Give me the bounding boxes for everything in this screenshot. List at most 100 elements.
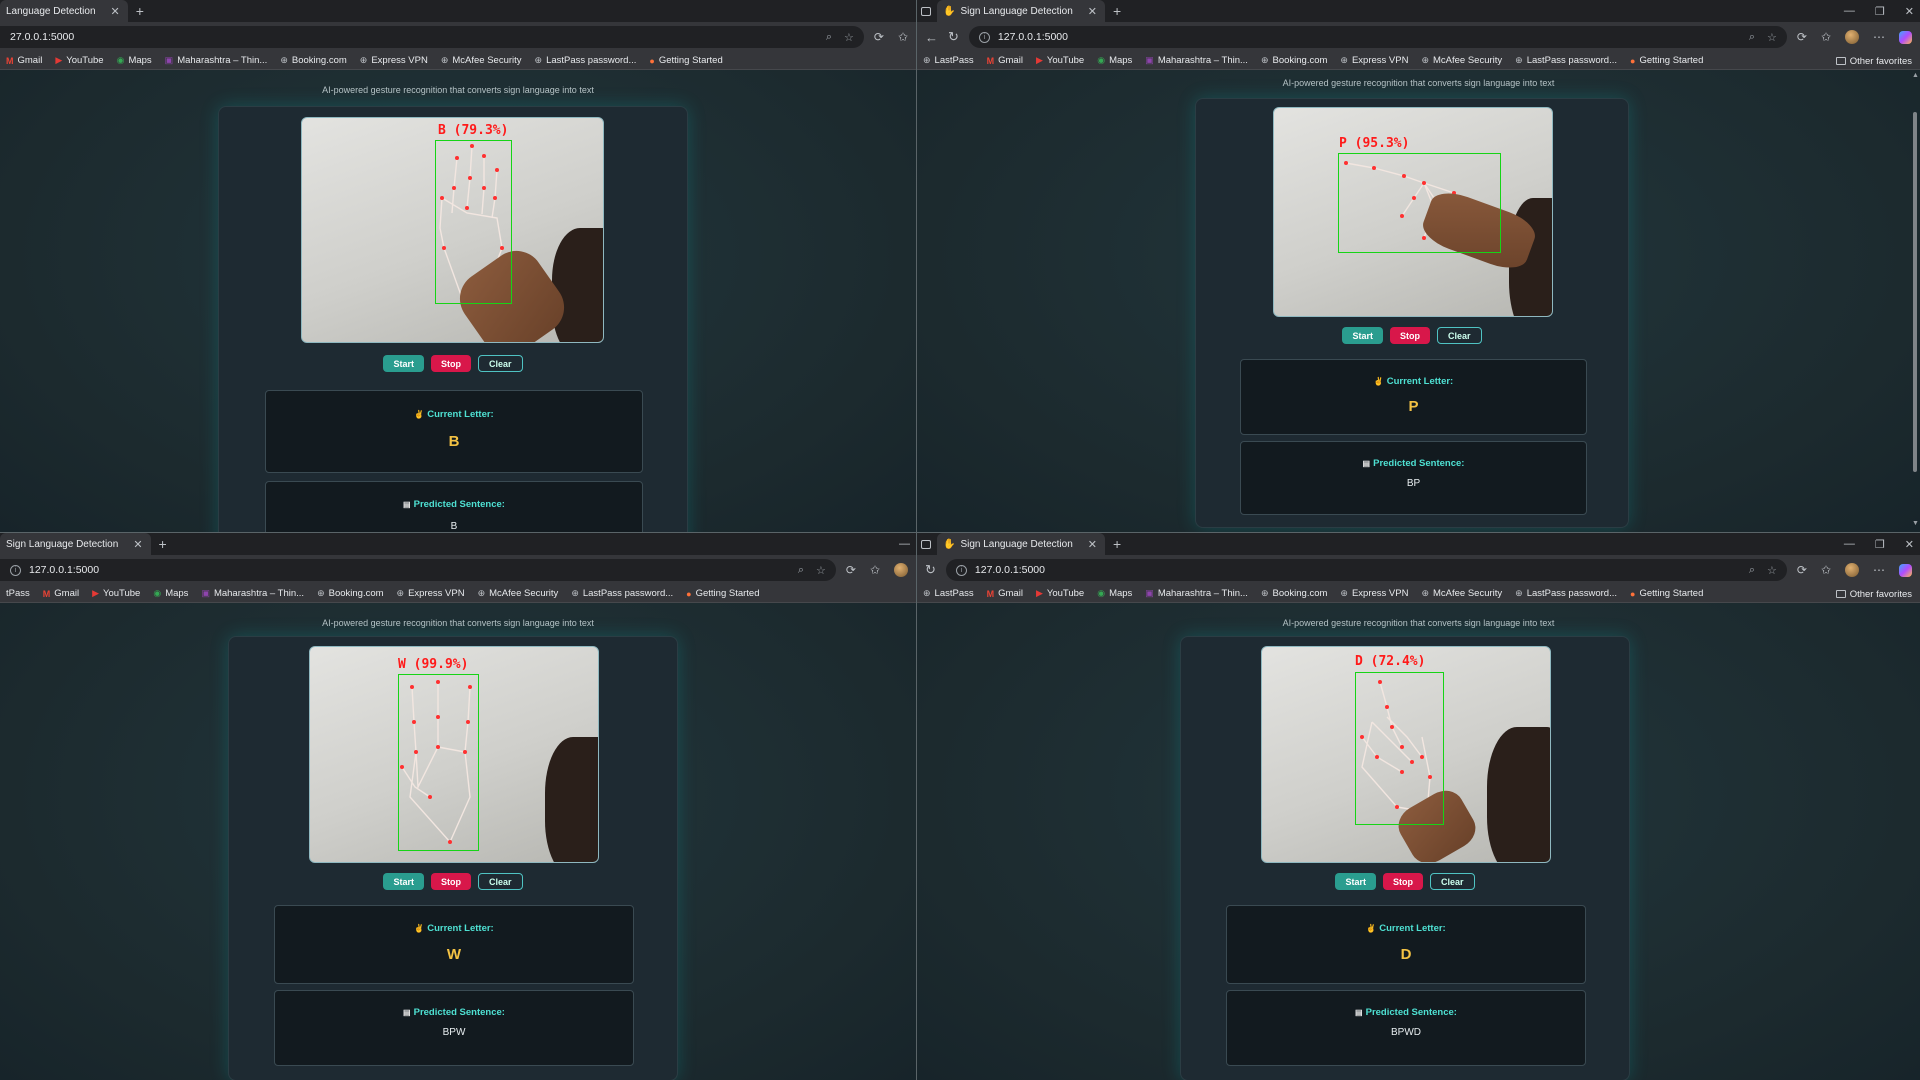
bookmark-lastpass-password[interactable]: ⊕ LastPass password... (1515, 55, 1617, 66)
minimize-icon[interactable]: — (899, 538, 910, 550)
extensions-icon[interactable]: ⟳ (1797, 30, 1807, 44)
bookmark-booking[interactable]: ⊕ Booking.com (1261, 588, 1327, 599)
start-button[interactable]: Start (1342, 327, 1383, 344)
bookmark-maharashtra[interactable]: ▣ Maharashtra – Thin... (1145, 588, 1248, 599)
bookmark-gmail[interactable]: M Gmail (987, 588, 1023, 599)
window-menu-icon[interactable] (921, 539, 931, 549)
favorite-star-icon[interactable]: ☆ (1767, 31, 1777, 44)
bookmark-expressvpn[interactable]: ⊕ Express VPN (1340, 55, 1408, 66)
bookmark-booking[interactable]: ⊕ Booking.com (280, 55, 346, 66)
clear-button[interactable]: Clear (478, 873, 523, 890)
stop-button[interactable]: Stop (1383, 873, 1423, 890)
clear-button[interactable]: Clear (478, 355, 523, 372)
window-menu-icon[interactable] (921, 6, 931, 16)
profile-avatar[interactable] (1845, 30, 1859, 44)
start-button[interactable]: Start (383, 873, 424, 890)
bookmark-youtube[interactable]: ▶ YouTube (1036, 588, 1084, 599)
tab-sign-language-detection[interactable]: ✋ Sign Language Detection ✕ (937, 0, 1105, 22)
bookmark-lastpass[interactable]: tPass (6, 588, 30, 599)
bookmark-getting-started[interactable]: ● Getting Started (1630, 588, 1703, 599)
more-menu-icon[interactable]: ⋯ (1873, 30, 1885, 44)
minimize-icon[interactable]: — (1844, 538, 1855, 550)
favorite-star-icon[interactable]: ☆ (1767, 564, 1777, 577)
bookmark-getting-started[interactable]: ● Getting Started (686, 588, 759, 599)
bookmark-expressvpn[interactable]: ⊕ Express VPN (397, 588, 465, 599)
start-button[interactable]: Start (1335, 873, 1376, 890)
bookmark-booking[interactable]: ⊕ Booking.com (1261, 55, 1327, 66)
minimize-icon[interactable]: — (1844, 5, 1855, 17)
tab-sign-language-detection[interactable]: Sign Language Detection ✕ (0, 533, 151, 555)
close-window-icon[interactable]: ✕ (1905, 538, 1914, 551)
new-tab-icon[interactable]: + (1113, 3, 1121, 19)
omnibox[interactable]: i 127.0.0.1:5000 ⌕ ☆ (945, 559, 1787, 581)
profile-avatar[interactable] (894, 563, 908, 577)
favorite-star-icon[interactable]: ☆ (816, 564, 826, 577)
bookmark-getting-started[interactable]: ● Getting Started (649, 55, 722, 66)
bookmark-expressvpn[interactable]: ⊕ Express VPN (360, 55, 428, 66)
restore-icon[interactable]: ❐ (1875, 5, 1885, 18)
favorite-star-icon[interactable]: ☆ (844, 31, 854, 44)
omnibox[interactable]: i 127.0.0.1:5000 ⌕ ☆ (968, 26, 1787, 48)
other-favorites[interactable]: Other favorites (1835, 52, 1912, 70)
scroll-up-icon[interactable]: ▲ (1912, 72, 1919, 79)
more-menu-icon[interactable]: ⋯ (1873, 563, 1885, 577)
close-tab-icon[interactable]: ✕ (1088, 538, 1097, 551)
scroll-down-icon[interactable]: ▼ (1912, 520, 1919, 527)
zoom-icon[interactable]: ⌕ (798, 564, 804, 577)
bookmark-mcafee[interactable]: ⊕ McAfee Security (441, 55, 522, 66)
favorites-icon[interactable]: ✩ (1821, 563, 1831, 577)
new-tab-icon[interactable]: + (159, 536, 167, 552)
new-tab-icon[interactable]: + (1113, 536, 1121, 552)
bookmark-maps[interactable]: ◉ Maps (1097, 55, 1132, 66)
bookmark-gmail[interactable]: M Gmail (6, 55, 42, 66)
close-tab-icon[interactable]: ✕ (111, 5, 120, 18)
bookmark-gmail[interactable]: M Gmail (43, 588, 79, 599)
extensions-icon[interactable]: ⟳ (874, 30, 884, 44)
back-icon[interactable]: ← (925, 30, 938, 45)
site-info-icon[interactable]: i (955, 564, 967, 576)
zoom-icon[interactable]: ⌕ (1749, 564, 1755, 577)
bookmark-lastpass[interactable]: ⊕ LastPass (923, 588, 974, 599)
stop-button[interactable]: Stop (431, 355, 471, 372)
favorites-icon[interactable]: ✩ (898, 30, 908, 44)
bookmark-maps[interactable]: ◉ Maps (153, 588, 188, 599)
restore-icon[interactable]: ❐ (1875, 538, 1885, 551)
profile-avatar[interactable] (1845, 563, 1859, 577)
stop-button[interactable]: Stop (1390, 327, 1430, 344)
extensions-icon[interactable]: ⟳ (1797, 563, 1807, 577)
bookmark-lastpass-password[interactable]: ⊕ LastPass password... (1515, 588, 1617, 599)
tab-sign-language-detection[interactable]: Language Detection ✕ (0, 0, 128, 22)
tab-sign-language-detection[interactable]: ✋ Sign Language Detection ✕ (937, 533, 1105, 555)
bookmark-maps[interactable]: ◉ Maps (117, 55, 152, 66)
favorites-icon[interactable]: ✩ (870, 563, 880, 577)
zoom-icon[interactable]: ⌕ (1749, 31, 1755, 44)
favorites-icon[interactable]: ✩ (1821, 30, 1831, 44)
bookmark-mcafee[interactable]: ⊕ McAfee Security (1421, 588, 1502, 599)
bookmark-lastpass-password[interactable]: ⊕ LastPass password... (571, 588, 673, 599)
bookmark-youtube[interactable]: ▶ YouTube (92, 588, 140, 599)
zoom-icon[interactable]: ⌕ (826, 31, 832, 44)
bookmark-getting-started[interactable]: ● Getting Started (1630, 55, 1703, 66)
extensions-icon[interactable]: ⟳ (846, 563, 856, 577)
site-info-icon[interactable]: i (10, 564, 21, 576)
close-tab-icon[interactable]: ✕ (133, 538, 142, 551)
omnibox[interactable]: 27.0.0.1:5000 ⌕ ☆ (0, 26, 864, 48)
scrollbar-thumb[interactable] (1913, 112, 1917, 472)
bookmark-maharashtra[interactable]: ▣ Maharashtra – Thin... (201, 588, 304, 599)
clear-button[interactable]: Clear (1437, 327, 1482, 344)
reload-icon[interactable]: ↻ (948, 29, 959, 45)
stop-button[interactable]: Stop (431, 873, 471, 890)
start-button[interactable]: Start (383, 355, 424, 372)
reload-icon[interactable]: ↻ (925, 562, 936, 578)
bookmark-youtube[interactable]: ▶ YouTube (1036, 55, 1084, 66)
bookmark-maps[interactable]: ◉ Maps (1097, 588, 1132, 599)
bookmark-maharashtra[interactable]: ▣ Maharashtra – Thin... (1145, 55, 1248, 66)
page-scrollbar[interactable]: ▲ ▼ (1912, 72, 1919, 527)
bookmark-mcafee[interactable]: ⊕ McAfee Security (1421, 55, 1502, 66)
other-favorites[interactable]: Other favorites (1835, 585, 1912, 603)
bookmark-expressvpn[interactable]: ⊕ Express VPN (1340, 588, 1408, 599)
bookmark-lastpass-password[interactable]: ⊕ LastPass password... (535, 55, 637, 66)
bookmark-lastpass[interactable]: ⊕ LastPass (923, 55, 974, 66)
copilot-icon[interactable] (1899, 30, 1912, 44)
clear-button[interactable]: Clear (1430, 873, 1475, 890)
